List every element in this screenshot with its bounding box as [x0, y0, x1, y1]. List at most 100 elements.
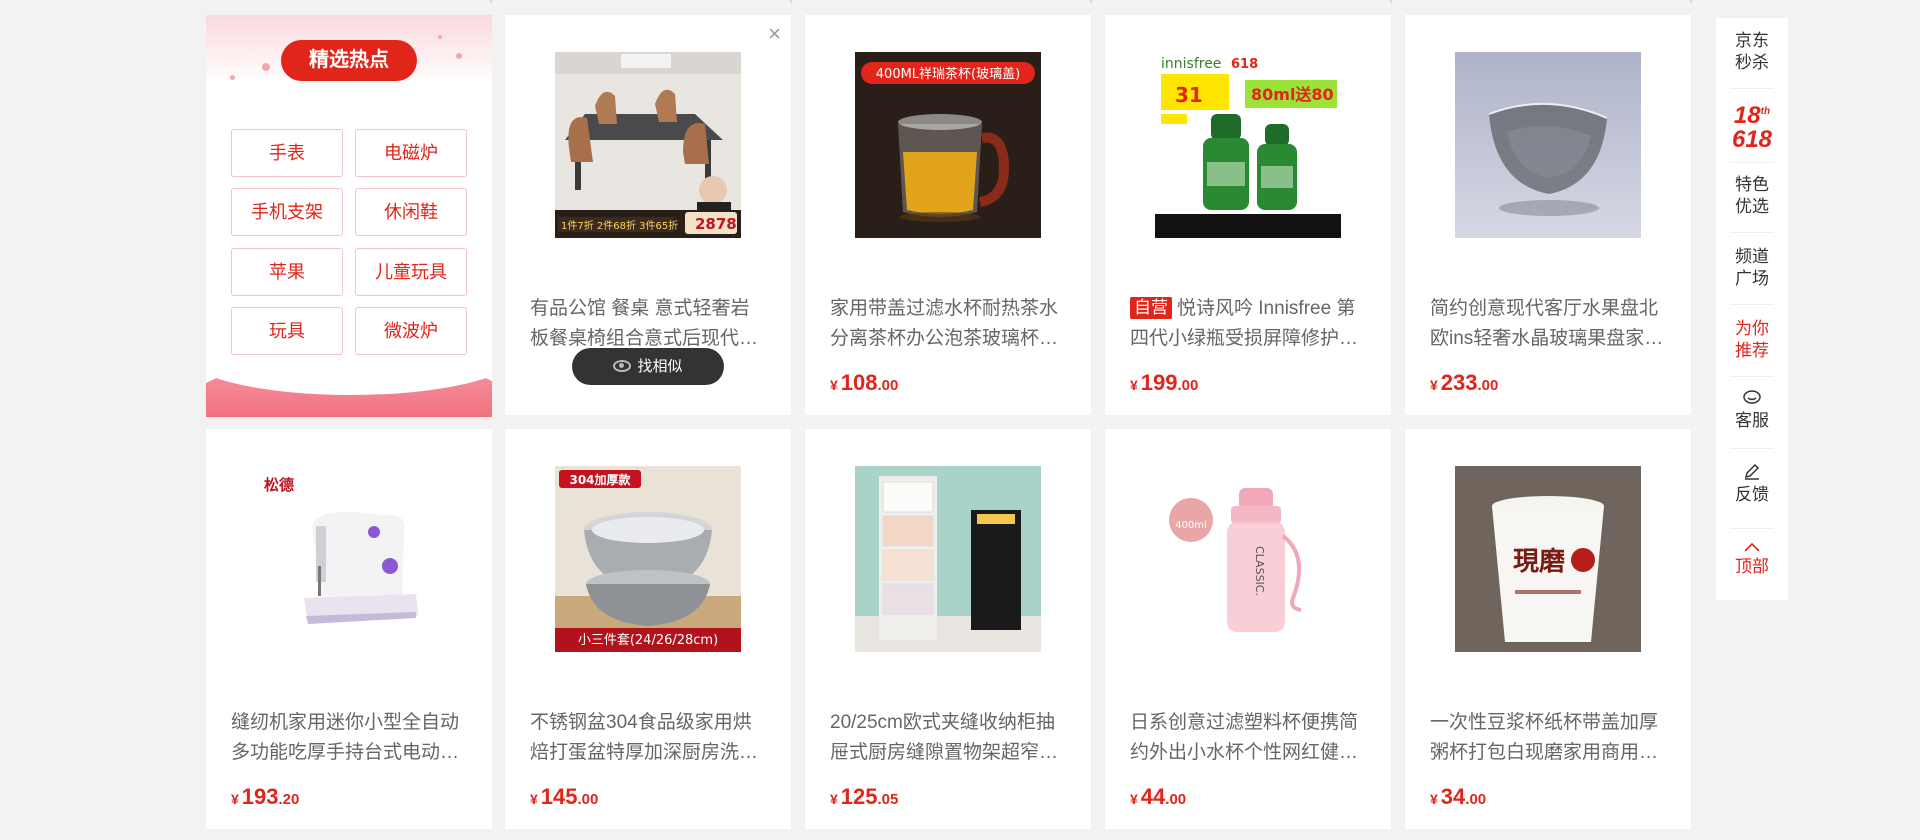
- svg-text:80ml送80: 80ml送80: [1251, 85, 1334, 104]
- self-operated-badge: 自营: [1130, 297, 1172, 319]
- product-image-innisfree-serum[interactable]: innisfree 618 31 80ml送80: [1155, 52, 1341, 238]
- find-similar-button[interactable]: 找相似: [572, 348, 724, 385]
- product-title[interactable]: 简约创意现代客厅水果盘北欧ins轻奢水晶玻璃果盘家用零食盘: [1430, 294, 1666, 354]
- product-card[interactable]: 現磨 一次性豆浆杯纸杯带盖加厚粥杯打包白现磨家用商用批发1000只 ¥34.00: [1405, 429, 1691, 829]
- product-title[interactable]: 缝纫机家用迷你小型全自动多功能吃厚手持台式电动缝衣机: [231, 708, 467, 768]
- find-similar-label: 找相似: [637, 358, 683, 375]
- decor-dot: [438, 35, 442, 39]
- hot-tag-button[interactable]: 儿童玩具: [355, 248, 467, 296]
- price-decimal: .00: [1465, 791, 1487, 808]
- currency-symbol: ¥: [1430, 791, 1438, 807]
- product-price: ¥108.00: [830, 370, 898, 396]
- product-image-pink-water-bottle[interactable]: 400ml CLASSIC.: [1155, 466, 1341, 652]
- hot-tag-button[interactable]: 休闲鞋: [355, 188, 467, 236]
- product-title[interactable]: 日系创意过滤塑料杯便携简约外出小水杯个性网红健身运动杯: [1130, 708, 1366, 768]
- product-price: ¥145.00: [530, 784, 598, 810]
- logo-618: 618: [1731, 126, 1773, 153]
- product-card[interactable]: innisfree 618 31 80ml送80 自营 悦诗风吟 Innisfre…: [1105, 15, 1391, 415]
- right-sidebar: 京东秒杀 18th 618 特色优选 频道广场 为你推荐 客服 反馈 顶部: [1716, 18, 1788, 600]
- previous-row-edge: [0, 0, 1920, 3]
- currency-symbol: ¥: [530, 791, 538, 807]
- price-integer: 145: [540, 784, 578, 809]
- image-text: 400ML祥瑞茶杯(玻璃盖): [876, 66, 1020, 82]
- chevron-up-icon: [1744, 542, 1760, 552]
- product-image-paper-cup[interactable]: 現磨: [1455, 466, 1641, 652]
- sidebar-618-logo[interactable]: 18th 618: [1730, 100, 1774, 152]
- sidebar-divider: [1730, 162, 1774, 163]
- logo-18: 18: [1733, 102, 1761, 129]
- image-text: innisfree: [1161, 56, 1221, 72]
- product-image-storage-cabinet[interactable]: [855, 466, 1041, 652]
- chat-icon: [1743, 390, 1761, 404]
- sidebar-divider: [1730, 528, 1774, 529]
- price-integer: 125: [840, 784, 878, 809]
- hot-tag-button[interactable]: 苹果: [231, 248, 343, 296]
- price-integer: 199: [1140, 370, 1178, 395]
- product-price: ¥233.00: [1430, 370, 1498, 396]
- sidebar-divider: [1730, 448, 1774, 449]
- decor-dot: [230, 75, 235, 80]
- product-image-glass-fruit-bowl[interactable]: [1455, 52, 1641, 238]
- product-image-steel-bowls[interactable]: 304加厚款 小三件套(24/26/28cm): [555, 466, 741, 652]
- product-price: ¥34.00: [1430, 784, 1486, 810]
- product-title[interactable]: 一次性豆浆杯纸杯带盖加厚粥杯打包白现磨家用商用批发1000只: [1430, 708, 1666, 768]
- currency-symbol: ¥: [1430, 377, 1438, 393]
- price-decimal: .00: [1477, 377, 1499, 394]
- image-text-2: 400ml: [1175, 520, 1207, 531]
- sidebar-item-back-to-top[interactable]: 顶部: [1716, 542, 1788, 578]
- price-decimal: .20: [278, 791, 300, 808]
- decor-dot: [262, 63, 270, 71]
- hot-tag-button[interactable]: 手机支架: [231, 188, 343, 236]
- sidebar-item-recommended[interactable]: 为你推荐: [1716, 318, 1788, 362]
- price-integer: 108: [840, 370, 878, 395]
- product-card[interactable]: 20/25cm欧式夹缝收纳柜抽屉式厨房缝隙置物架超窄卫生间柜 ¥125.05: [805, 429, 1091, 829]
- product-title[interactable]: 20/25cm欧式夹缝收纳柜抽屉式厨房缝隙置物架超窄卫生间柜: [830, 708, 1066, 768]
- product-card[interactable]: 400ML祥瑞茶杯(玻璃盖) 家用带盖过滤水杯耐热茶水分离茶杯办公泡茶玻璃杯男花…: [805, 15, 1091, 415]
- product-image-sewing-machine[interactable]: 松德: [256, 466, 442, 652]
- hot-tag-button[interactable]: 微波炉: [355, 307, 467, 355]
- sidebar-item-jd-seckill[interactable]: 京东秒杀: [1716, 30, 1788, 74]
- product-card[interactable]: 简约创意现代客厅水果盘北欧ins轻奢水晶玻璃果盘家用零食盘 ¥233.00: [1405, 15, 1691, 415]
- product-card[interactable]: 松德 缝纫机家用迷你小型全自动多功能吃厚手持台式电动缝衣机 ¥193.20: [206, 429, 492, 829]
- product-price: ¥199.00: [1130, 370, 1198, 396]
- svg-text:618: 618: [1231, 57, 1258, 72]
- price-decimal: .00: [1165, 791, 1187, 808]
- product-title[interactable]: 有品公馆 餐桌 意式轻奢岩板餐桌椅组合意式后现代简约: [530, 294, 766, 354]
- sidebar-divider: [1730, 376, 1774, 377]
- sidebar-label: 顶部: [1735, 557, 1769, 576]
- product-image-dining-table[interactable]: 1件7折 2件68折 3件65折 2878: [555, 52, 741, 238]
- hot-tag-button[interactable]: 电磁炉: [355, 129, 467, 177]
- currency-symbol: ¥: [830, 791, 838, 807]
- decor-dot: [456, 53, 462, 59]
- product-card[interactable]: 400ml CLASSIC. 日系创意过滤塑料杯便携简约外出小水杯个性网红健身运…: [1105, 429, 1391, 829]
- product-image-glass-tea-cup[interactable]: 400ML祥瑞茶杯(玻璃盖): [855, 52, 1041, 238]
- sidebar-divider: [1730, 232, 1774, 233]
- product-price: ¥44.00: [1130, 784, 1186, 810]
- sidebar-label: 客服: [1735, 411, 1769, 430]
- product-title[interactable]: 家用带盖过滤水杯耐热茶水分离茶杯办公泡茶玻璃杯男花茶杯: [830, 294, 1066, 354]
- product-title[interactable]: 自营悦诗风吟 Innisfree 第四代小绿瓶受损屏障修护强韧精华: [1130, 294, 1366, 354]
- price-decimal: .05: [877, 791, 899, 808]
- price-decimal: .00: [1177, 377, 1199, 394]
- image-text: CLASSIC.: [1253, 546, 1266, 596]
- sidebar-item-channel-square[interactable]: 频道广场: [1716, 246, 1788, 290]
- hot-tag-button[interactable]: 玩具: [231, 307, 343, 355]
- svg-text:2878: 2878: [695, 215, 737, 233]
- product-card[interactable]: × 1件7折 2件68折 3件65折 2878 有品公馆 餐桌 意式轻奢岩板餐桌…: [505, 15, 791, 415]
- sidebar-item-featured[interactable]: 特色优选: [1716, 174, 1788, 218]
- close-icon[interactable]: ×: [768, 23, 781, 45]
- hot-picks-title[interactable]: 精选热点: [281, 40, 417, 81]
- currency-symbol: ¥: [1130, 791, 1138, 807]
- product-price: ¥125.05: [830, 784, 898, 810]
- edit-icon: [1744, 463, 1760, 480]
- currency-symbol: ¥: [830, 377, 838, 393]
- price-integer: 44: [1140, 784, 1166, 809]
- sidebar-divider: [1730, 88, 1774, 89]
- sidebar-item-feedback[interactable]: 反馈: [1716, 462, 1788, 506]
- price-decimal: .00: [877, 377, 899, 394]
- product-card[interactable]: 304加厚款 小三件套(24/26/28cm) 不锈钢盆304食品级家用烘焙打蛋…: [505, 429, 791, 829]
- sidebar-item-customer-service[interactable]: 客服: [1716, 390, 1788, 432]
- hot-picks-panel: 精选热点 手表 电磁炉 手机支架 休闲鞋 苹果 儿童玩具 玩具 微波炉: [206, 15, 492, 417]
- product-title[interactable]: 不锈钢盆304食品级家用烘焙打蛋盆特厚加深厨房洗菜盆套装: [530, 708, 766, 768]
- hot-tag-button[interactable]: 手表: [231, 129, 343, 177]
